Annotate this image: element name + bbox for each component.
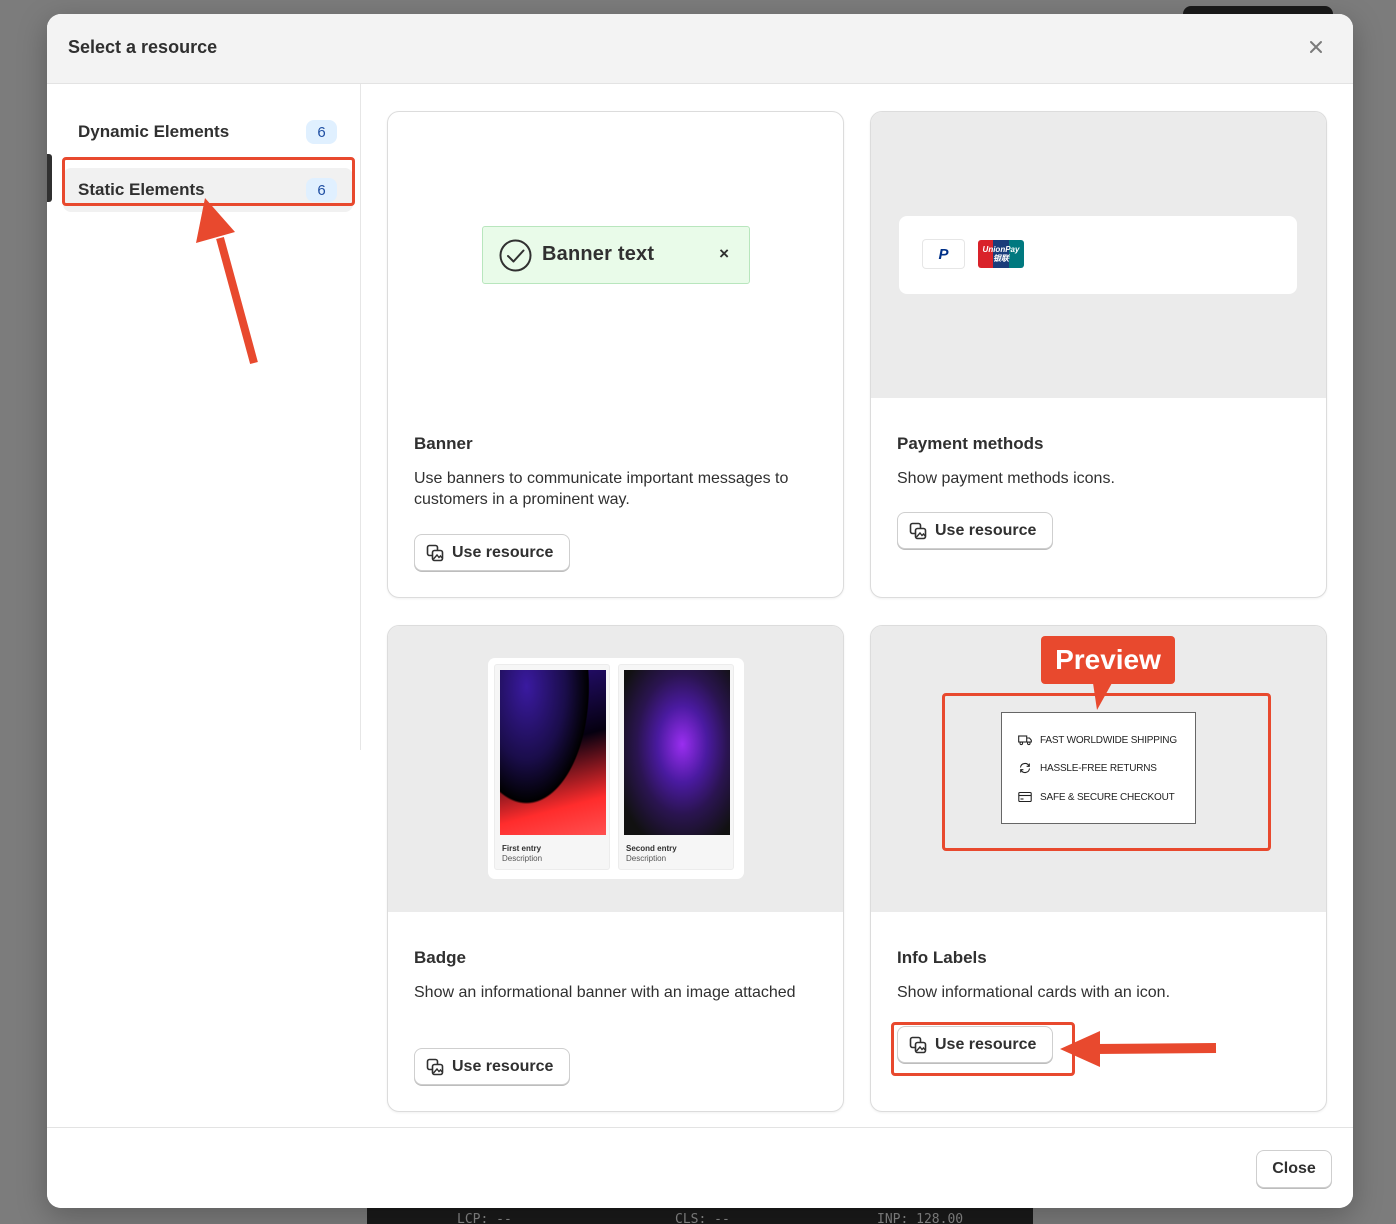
image-icon — [426, 544, 444, 561]
badge-entry: Second entry Description — [618, 664, 734, 870]
annotation-preview-label: Preview — [1041, 636, 1175, 684]
refresh-icon — [1019, 762, 1031, 774]
use-resource-button[interactable]: Use resource — [414, 1048, 570, 1085]
badge-demo: First entry Description Second entry Des… — [488, 658, 744, 879]
info-label-row: HASSLE-FREE RETURNS — [1018, 761, 1157, 775]
card-title: Info Labels — [897, 948, 987, 967]
button-label: Use resource — [935, 1035, 1037, 1053]
resource-card-payment-methods: P UnionPay 银联 Payment methods Show payme… — [870, 111, 1327, 598]
info-labels-demo: FAST WORLDWIDE SHIPPING HASSLE-FREE RETU… — [1001, 712, 1196, 824]
badge-entry-title: First entry — [502, 844, 542, 853]
use-resource-button[interactable]: Use resource — [414, 534, 570, 571]
card-title: Payment methods — [897, 434, 1044, 453]
paypal-icon: P — [923, 240, 964, 268]
inp-metric: INP: 128.00 — [877, 1212, 964, 1224]
button-label: Use resource — [452, 543, 554, 561]
card-preview: First entry Description Second entry Des… — [388, 626, 843, 912]
credit-card-icon — [1018, 791, 1032, 803]
lcp-metric: LCP: -- — [457, 1212, 512, 1224]
payment-icons-strip: P UnionPay 银联 — [899, 216, 1297, 294]
badge-entry-description: Description — [626, 854, 667, 863]
resource-card-badge: First entry Description Second entry Des… — [387, 625, 844, 1112]
card-preview: Banner text × — [388, 112, 843, 398]
sidebar-item-label: Dynamic Elements — [78, 122, 230, 141]
resource-card-info-labels: FAST WORLDWIDE SHIPPING HASSLE-FREE RETU… — [870, 625, 1327, 1112]
badge-image — [500, 670, 606, 835]
close-icon[interactable] — [1305, 36, 1327, 58]
card-description: Show informational cards with an icon. — [897, 984, 1171, 1001]
modal-header: Select a resource — [47, 14, 1353, 84]
banner-text: Banner text — [542, 243, 655, 265]
badge-entry-title: Second entry — [626, 844, 677, 853]
close-button[interactable]: Close — [1256, 1150, 1332, 1188]
info-label-text: FAST WORLDWIDE SHIPPING — [1040, 734, 1177, 746]
card-description: Show an informational banner with an ima… — [414, 984, 796, 1001]
sidebar-item-dynamic-elements[interactable]: Dynamic Elements 6 — [63, 110, 353, 154]
info-label-row: SAFE & SECURE CHECKOUT — [1018, 790, 1175, 804]
cls-metric: CLS: -- — [675, 1212, 730, 1224]
check-circle-icon — [499, 239, 532, 272]
badge-image — [624, 670, 730, 835]
image-icon — [426, 1058, 444, 1075]
unionpay-icon: UnionPay 银联 — [978, 240, 1024, 268]
button-label: Use resource — [452, 1057, 554, 1075]
card-preview: P UnionPay 银联 — [871, 112, 1326, 398]
unionpay-label: UnionPay 银联 — [982, 245, 1020, 263]
truck-icon — [1018, 735, 1032, 746]
banner-demo: Banner text × — [482, 226, 750, 284]
sidebar: Dynamic Elements 6 Static Elements 6 — [47, 84, 361, 750]
card-description: Use banners to communicate important mes… — [414, 470, 789, 508]
card-title: Banner — [414, 434, 473, 453]
badge-entry: First entry Description — [494, 664, 610, 870]
card-title: Badge — [414, 948, 466, 967]
image-icon — [909, 1036, 927, 1053]
modal-title: Select a resource — [68, 37, 218, 57]
active-indicator — [47, 154, 52, 202]
card-description: Show payment methods icons. — [897, 470, 1115, 487]
use-resource-button[interactable]: Use resource — [897, 512, 1053, 549]
count-badge: 6 — [306, 120, 337, 144]
resource-grid: Banner text × Banner Use banners to comm… — [387, 111, 1327, 1127]
badge-entry-description: Description — [502, 854, 543, 863]
resource-card-banner: Banner text × Banner Use banners to comm… — [387, 111, 844, 598]
info-label-text: HASSLE-FREE RETURNS — [1040, 762, 1157, 774]
select-resource-modal: Select a resource Dynamic Elements 6 Sta… — [47, 14, 1353, 1208]
use-resource-button[interactable]: Use resource — [897, 1026, 1053, 1063]
info-label-row: FAST WORLDWIDE SHIPPING — [1018, 733, 1177, 747]
sidebar-item-static-elements[interactable]: Static Elements 6 — [63, 168, 353, 212]
info-label-text: SAFE & SECURE CHECKOUT — [1040, 791, 1175, 803]
modal-footer: Close — [47, 1127, 1353, 1208]
banner-close-icon: × — [719, 244, 729, 263]
sidebar-item-label: Static Elements — [78, 180, 205, 199]
count-badge: 6 — [306, 178, 337, 202]
button-label: Use resource — [935, 521, 1037, 539]
image-icon — [909, 522, 927, 539]
